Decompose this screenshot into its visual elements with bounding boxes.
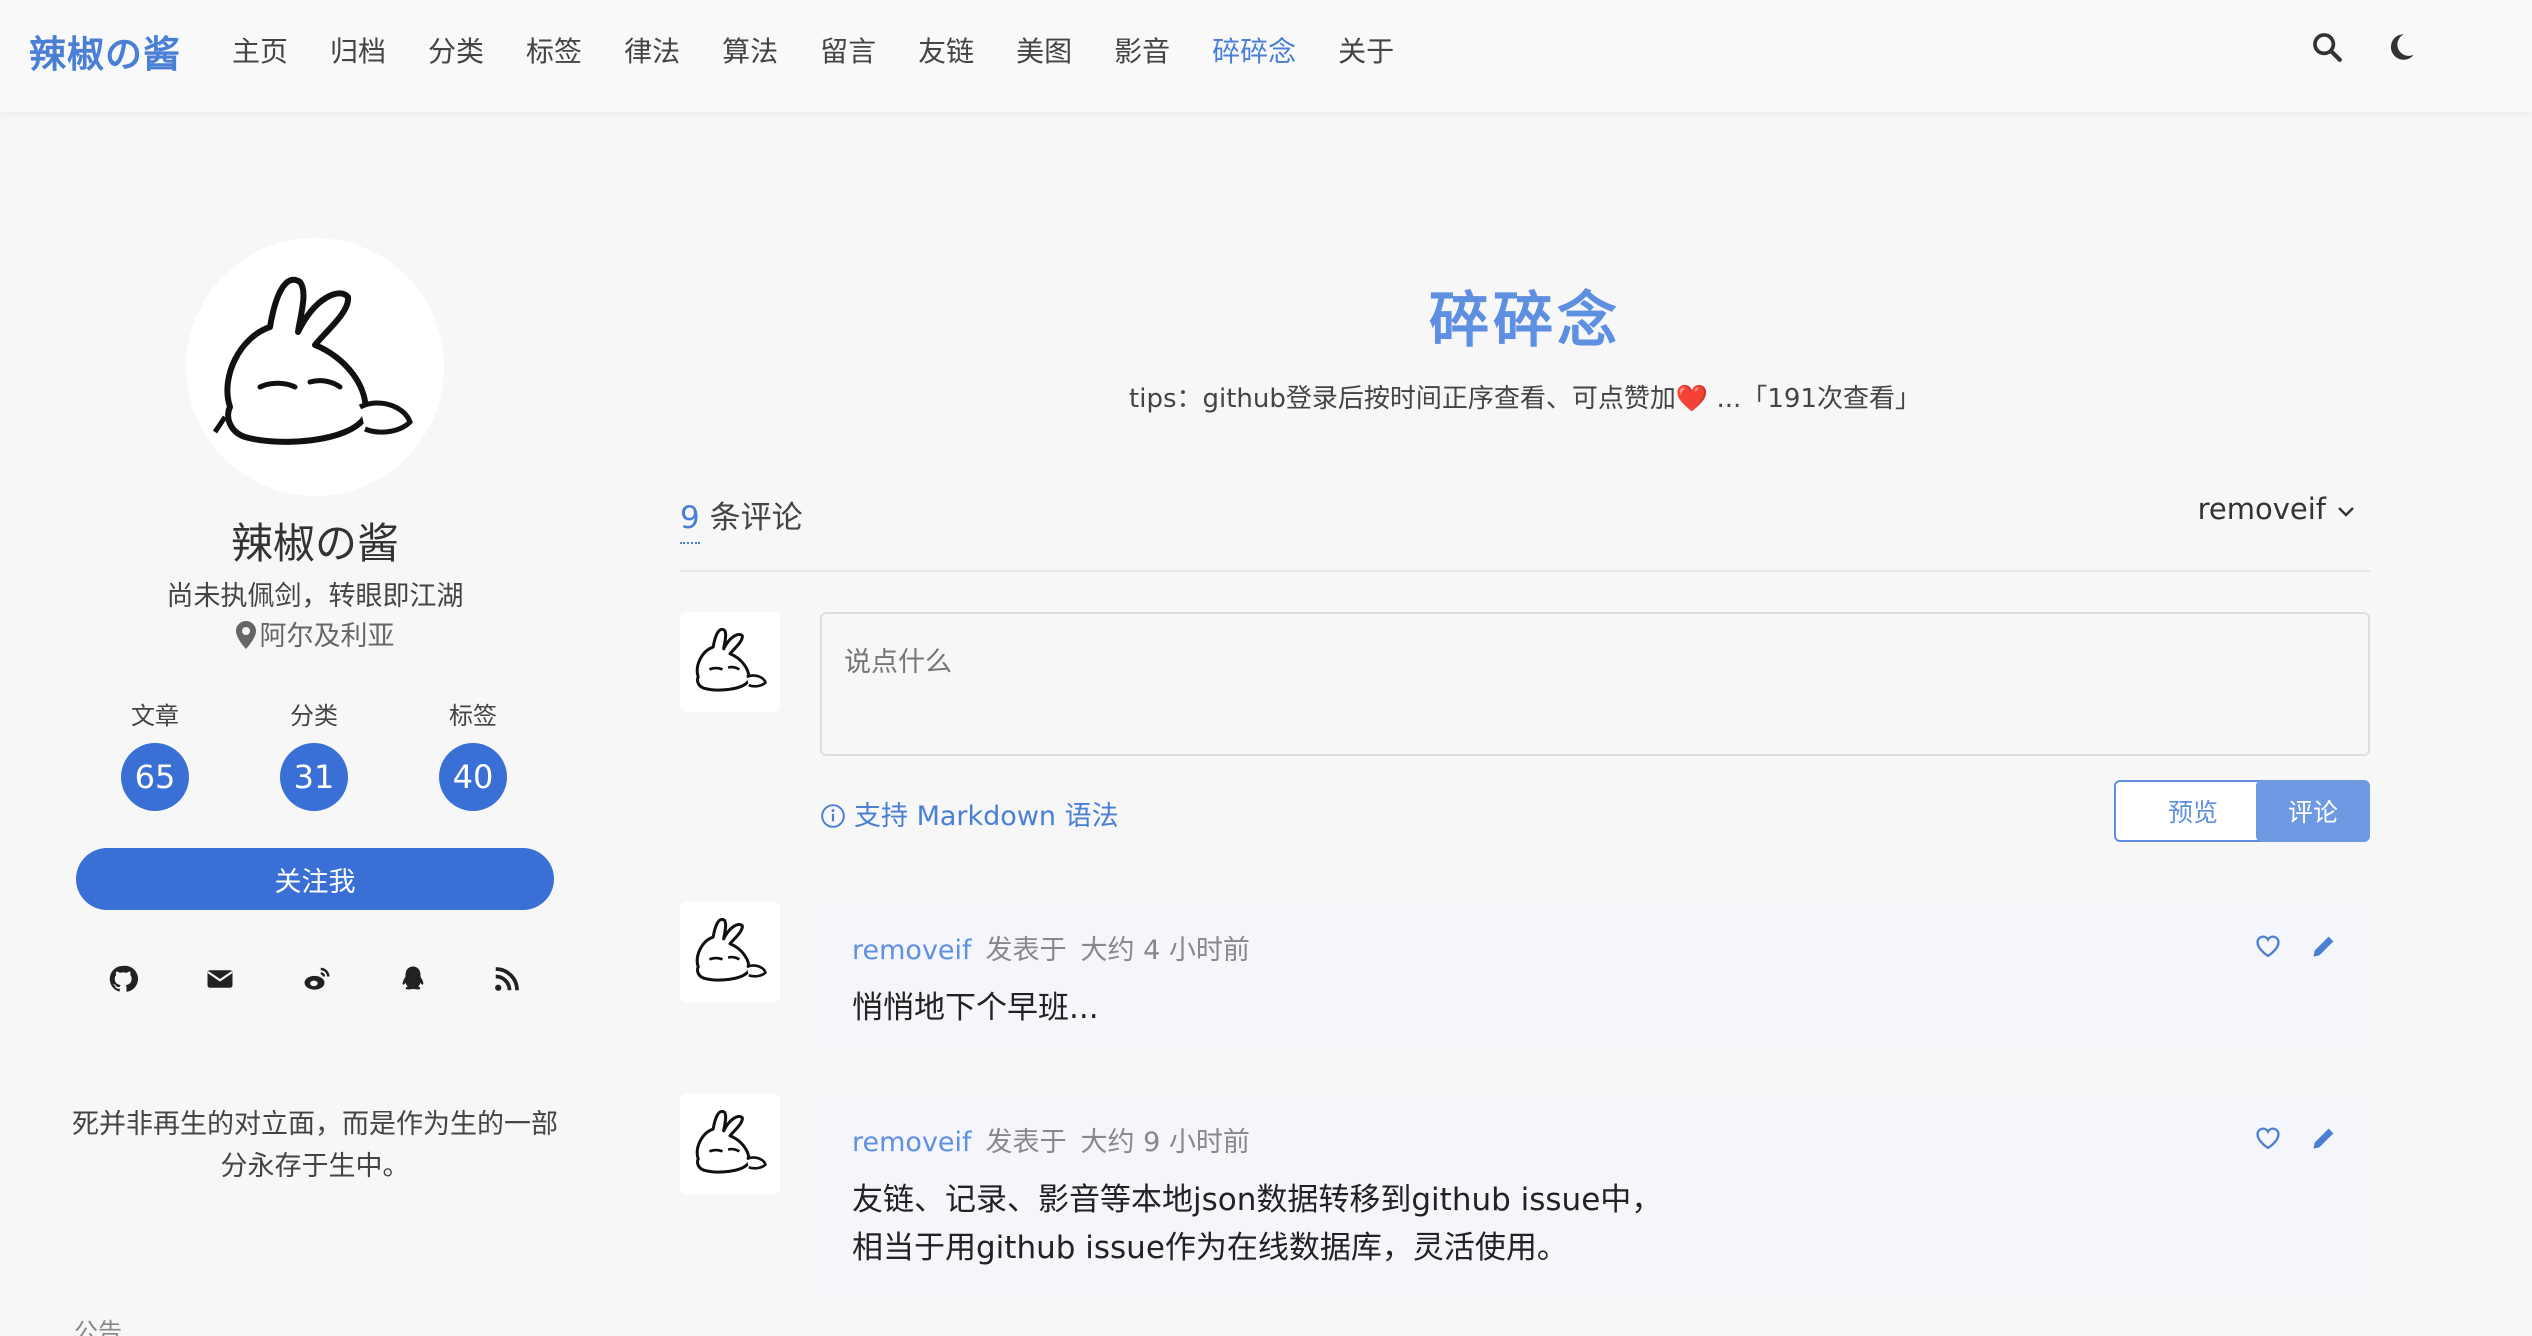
comment-author[interactable]: removeif [852,935,972,966]
current-user-name: removeif [2197,492,2326,526]
comment-actions [2254,932,2338,960]
nav-item-links[interactable]: 友链 [918,30,974,70]
comment-time: 大约 9 小时前 [1080,1127,1250,1158]
main-content: 碎碎念 tips：github登录后按时间正序查看、可点赞加❤️ ...「191… [680,112,2370,1336]
nav-item-law[interactable]: 律法 [624,30,680,70]
bunny-avatar-image [695,917,768,982]
nav-menu: 主页 归档 分类 标签 律法 算法 留言 友链 美图 影音 碎碎念 关于 [232,30,1436,70]
comment-body: 友链、记录、影音等本地json数据转移到github issue中， 相当于用g… [852,1176,1662,1272]
nav-item-about[interactable]: 关于 [1338,30,1394,70]
nav-item-gallery[interactable]: 美图 [1016,30,1072,70]
rss-icon[interactable] [492,964,522,994]
page-title: 碎碎念 [1429,286,1621,356]
page-tips: tips：github登录后按时间正序查看、可点赞加❤️ ...「191次查看」 [1129,384,1921,414]
comment-item: removeif 发表于 大约 4 小时前 悄悄地下个早班... [680,902,2370,1046]
user-dropdown[interactable]: removeif [2198,492,2356,526]
comments-divider [680,570,2370,572]
author-description: 尚未执佩剑，转眼即江湖 [166,581,464,612]
nav-item-home[interactable]: 主页 [232,30,288,70]
stat-categories[interactable]: 分类 31 [249,696,379,811]
comment-editor[interactable] [820,612,2370,756]
markdown-tip-label: 支持 Markdown 语法 [854,801,1119,832]
stat-label: 标签 [449,702,497,730]
comments-header: 9 条评论 removeif [680,492,2370,552]
location-label: 阿尔及利亚 [259,621,395,652]
bunny-avatar-image [695,627,768,692]
top-navbar: 辣椒の酱 主页 归档 分类 标签 律法 算法 留言 友链 美图 影音 碎碎念 关… [0,0,2532,112]
comment-time: 大约 4 小时前 [1080,935,1250,966]
submit-comment-button[interactable]: 评论 [2256,780,2370,842]
like-heart-icon[interactable] [2254,932,2282,960]
comment-card: removeif 发表于 大约 4 小时前 悄悄地下个早班... [820,902,2370,1046]
email-icon[interactable] [205,964,235,994]
like-heart-icon[interactable] [2254,1124,2282,1152]
announcement-heading: 公告 [74,1318,122,1336]
nav-item-messages[interactable]: 留言 [820,30,876,70]
nav-item-tags[interactable]: 标签 [526,30,582,70]
comment-item: removeif 发表于 大约 9 小时前 友链、记录、影音等本地json数据转移到… [680,1094,2370,1294]
stat-label: 分类 [290,702,338,730]
author-name: 辣椒の酱 [230,519,399,568]
nav-item-murmurs[interactable]: 碎碎念 [1212,30,1296,70]
nav-item-algorithm[interactable]: 算法 [722,30,778,70]
nav-item-archive[interactable]: 归档 [330,30,386,70]
site-logo[interactable]: 辣椒の酱 [29,24,181,78]
comment-posted-label: 发表于 [985,935,1067,966]
chevron-down-icon [2338,507,2354,517]
comment-text-line: 悄悄地下个早班... [852,990,1099,1026]
comment-meta: removeif 发表于 大约 9 小时前 [852,1120,1250,1159]
stat-articles[interactable]: 文章 65 [90,696,220,811]
weibo-icon[interactable] [302,964,332,994]
edit-pencil-icon[interactable] [2310,932,2338,960]
comment-avatar[interactable] [680,1094,780,1194]
nav-item-categories[interactable]: 分类 [428,30,484,70]
signature-quote: 死并非再生的对立面，而是作为生的一部分永存于生中。 [72,1109,558,1182]
nav-icons [2310,30,2418,64]
follow-button[interactable]: 关注我 [76,848,554,910]
comment-text-line: 相当于用github issue作为在线数据库，灵活使用。 [852,1230,1568,1266]
info-icon [821,804,845,828]
stat-label: 文章 [131,702,179,730]
stat-value: 40 [439,743,507,811]
markdown-support-link[interactable]: 支持 Markdown 语法 [820,794,1119,833]
comment-meta: removeif 发表于 大约 4 小时前 [852,928,1250,967]
comments-count-label: 条评论 [709,500,803,536]
comment-avatar[interactable] [680,902,780,1002]
qq-icon[interactable] [398,964,428,994]
bunny-avatar-image [695,1109,768,1174]
stat-tags[interactable]: 标签 40 [408,696,538,811]
moon-icon[interactable] [2384,30,2418,64]
comment-posted-label: 发表于 [985,1127,1067,1158]
github-icon[interactable] [108,964,138,994]
comment-actions [2254,1124,2338,1152]
comment-card: removeif 发表于 大约 9 小时前 友链、记录、影音等本地json数据转移到… [820,1094,2370,1294]
profile-sidebar: 辣椒の酱 尚未执佩剑，转眼即江湖 阿尔及利亚 文章 65 分类 31 标签 40… [0,112,630,1336]
location-pin-icon [235,621,256,649]
stat-value: 65 [121,743,189,811]
stat-value: 31 [280,743,348,811]
comment-author[interactable]: removeif [852,1127,972,1158]
comments-count: 9 条评论 [680,492,803,544]
edit-pencil-icon[interactable] [2310,1124,2338,1152]
current-user-avatar [680,612,780,712]
preview-button[interactable]: 预览 [2114,780,2272,842]
comment-text-line: 友链、记录、影音等本地json数据转移到github issue中， [852,1182,1663,1218]
comments-count-number: 9 [680,500,700,544]
nav-item-media[interactable]: 影音 [1114,30,1170,70]
author-location: 阿尔及利亚 [0,614,630,653]
comment-body: 悄悄地下个早班... [852,984,1099,1032]
search-icon[interactable] [2310,30,2344,64]
avatar [186,238,444,496]
bunny-avatar-image [212,276,413,445]
